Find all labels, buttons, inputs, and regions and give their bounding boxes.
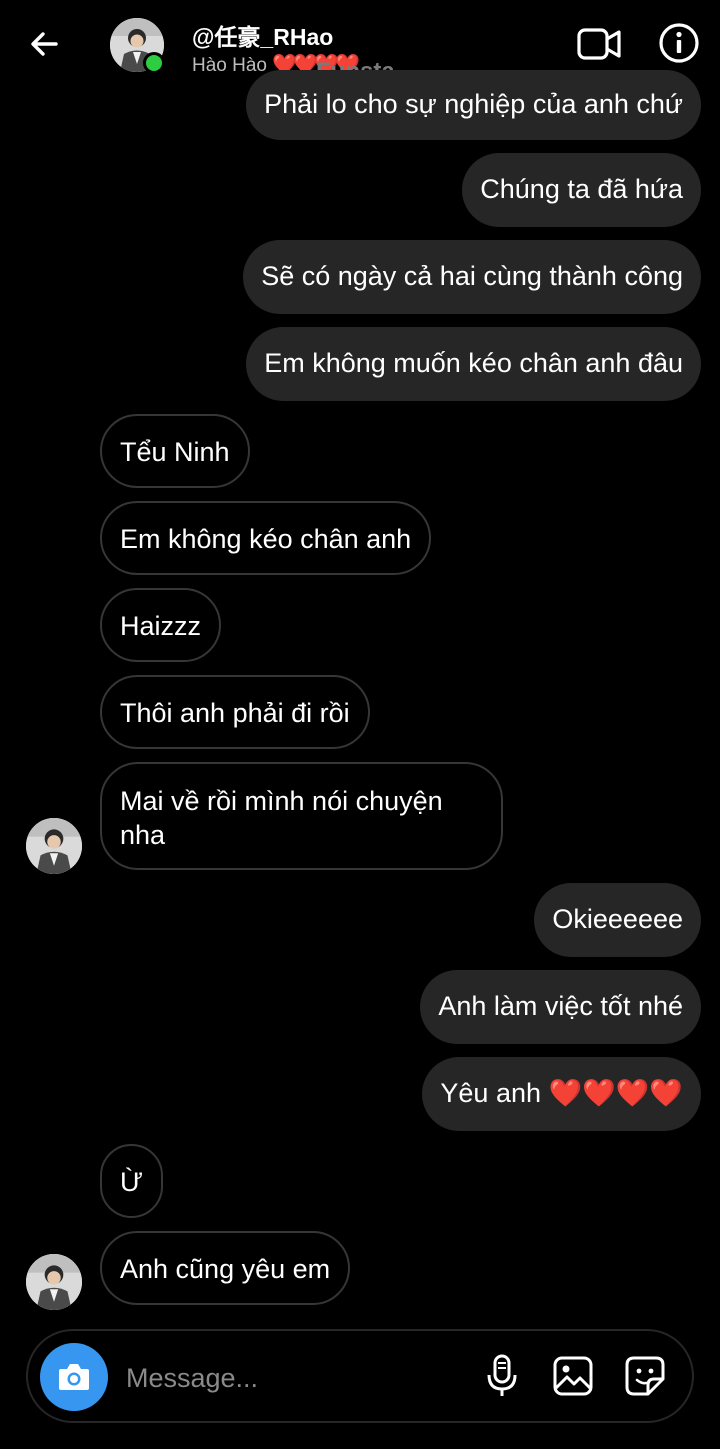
hearts-emoji: ❤️❤️❤️❤️ [548,1078,683,1108]
message-received[interactable]: Tểu Ninh [100,414,250,488]
message-received[interactable]: Ừ [100,1144,164,1218]
message-sent[interactable]: Chúng ta đã hứa [462,153,701,227]
microphone-icon[interactable] [484,1353,520,1399]
gallery-icon[interactable] [552,1355,594,1397]
message-sent[interactable]: Sẽ có ngày cả hai cùng thành công [243,240,701,314]
message-received[interactable]: Haizzz [100,588,222,662]
sticker-icon[interactable] [624,1355,666,1397]
contact-avatar-small[interactable] [26,818,82,874]
camera-icon [59,1364,89,1390]
message-sent[interactable]: Phải lo cho sự nghiệp của anh chứ [246,70,701,140]
message-sent[interactable]: Em không muốn kéo chân anh đâu [246,327,701,401]
message-received[interactable]: Em không kéo chân anh [100,501,432,575]
message-received[interactable]: Mai về rồi mình nói chuyện nha [100,762,503,870]
message-thread: Phải lo cho sự nghiệp của anh chứ Chúng … [0,0,720,1330]
contact-avatar-small[interactable] [26,1254,82,1310]
camera-button[interactable] [40,1343,108,1411]
message-input[interactable] [124,1355,448,1401]
message-received[interactable]: Thôi anh phải đi rồi [100,675,370,749]
message-sent[interactable]: Okieeeeee [534,883,701,957]
message-received[interactable]: Anh cũng yêu em [100,1231,351,1305]
message-sent[interactable]: Anh làm việc tốt nhé [420,970,701,1044]
message-sent[interactable]: Yêu anh ❤️❤️❤️❤️ [422,1057,701,1131]
message-composer [26,1329,694,1423]
